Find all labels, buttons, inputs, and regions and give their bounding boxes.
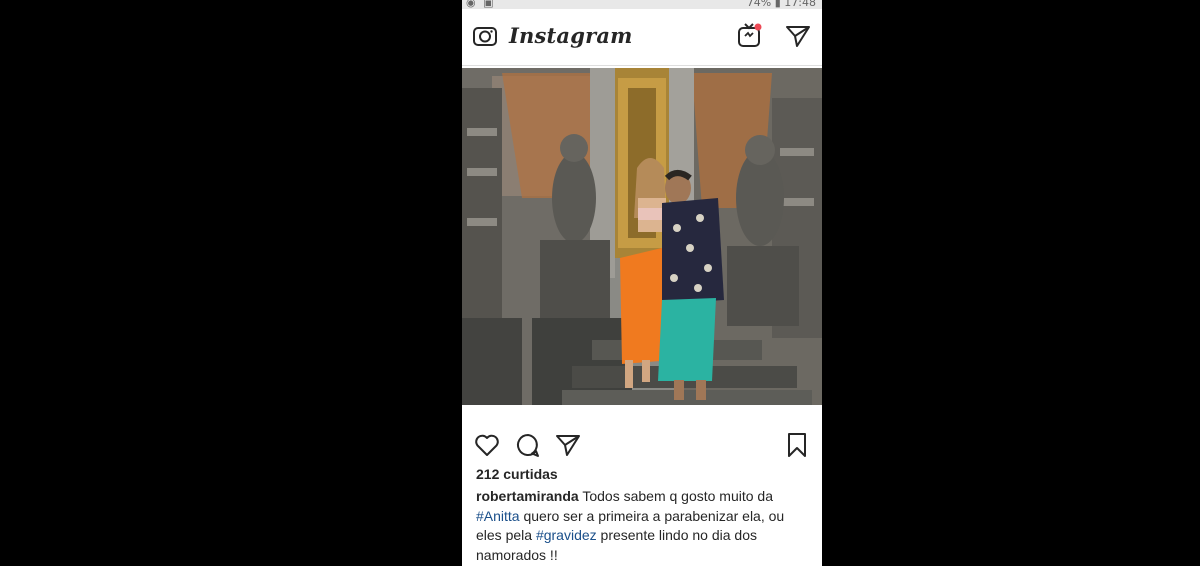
hashtag-anitta[interactable]: #Anitta bbox=[476, 508, 520, 524]
post-photo[interactable] bbox=[462, 68, 822, 405]
igtv-icon[interactable] bbox=[736, 21, 764, 49]
likes-count[interactable]: 212 curtidas bbox=[476, 466, 558, 482]
status-battery-time: 74% ▮ 17:48 bbox=[747, 0, 816, 9]
caption-username[interactable]: robertamiranda bbox=[476, 488, 579, 504]
heart-icon[interactable] bbox=[474, 432, 500, 458]
post-actions bbox=[462, 424, 822, 464]
caption-text: Todos sabem q gosto muito da bbox=[578, 488, 774, 504]
battery-icon: ▮ bbox=[774, 0, 781, 9]
share-icon[interactable] bbox=[555, 432, 581, 458]
clock: 17:48 bbox=[784, 0, 816, 9]
bookmark-icon[interactable] bbox=[784, 432, 810, 458]
post-caption: robertamiranda Todos sabem q gosto muito… bbox=[476, 487, 812, 565]
status-icons: ◉ ▣ bbox=[466, 0, 496, 9]
app-header: Instagram bbox=[462, 9, 822, 66]
paper-plane-icon[interactable] bbox=[785, 23, 811, 49]
phone-screen: ◉ ▣ 74% ▮ 17:48 Instagram 212 curtidas r… bbox=[462, 0, 822, 566]
camera-icon[interactable] bbox=[472, 23, 498, 49]
battery-level: 74% bbox=[746, 0, 772, 9]
hashtag-gravidez[interactable]: #gravidez bbox=[536, 527, 597, 543]
app-logo: Instagram bbox=[509, 23, 633, 48]
status-bar: ◉ ▣ 74% ▮ 17:48 bbox=[462, 0, 822, 9]
comment-icon[interactable] bbox=[515, 432, 541, 458]
